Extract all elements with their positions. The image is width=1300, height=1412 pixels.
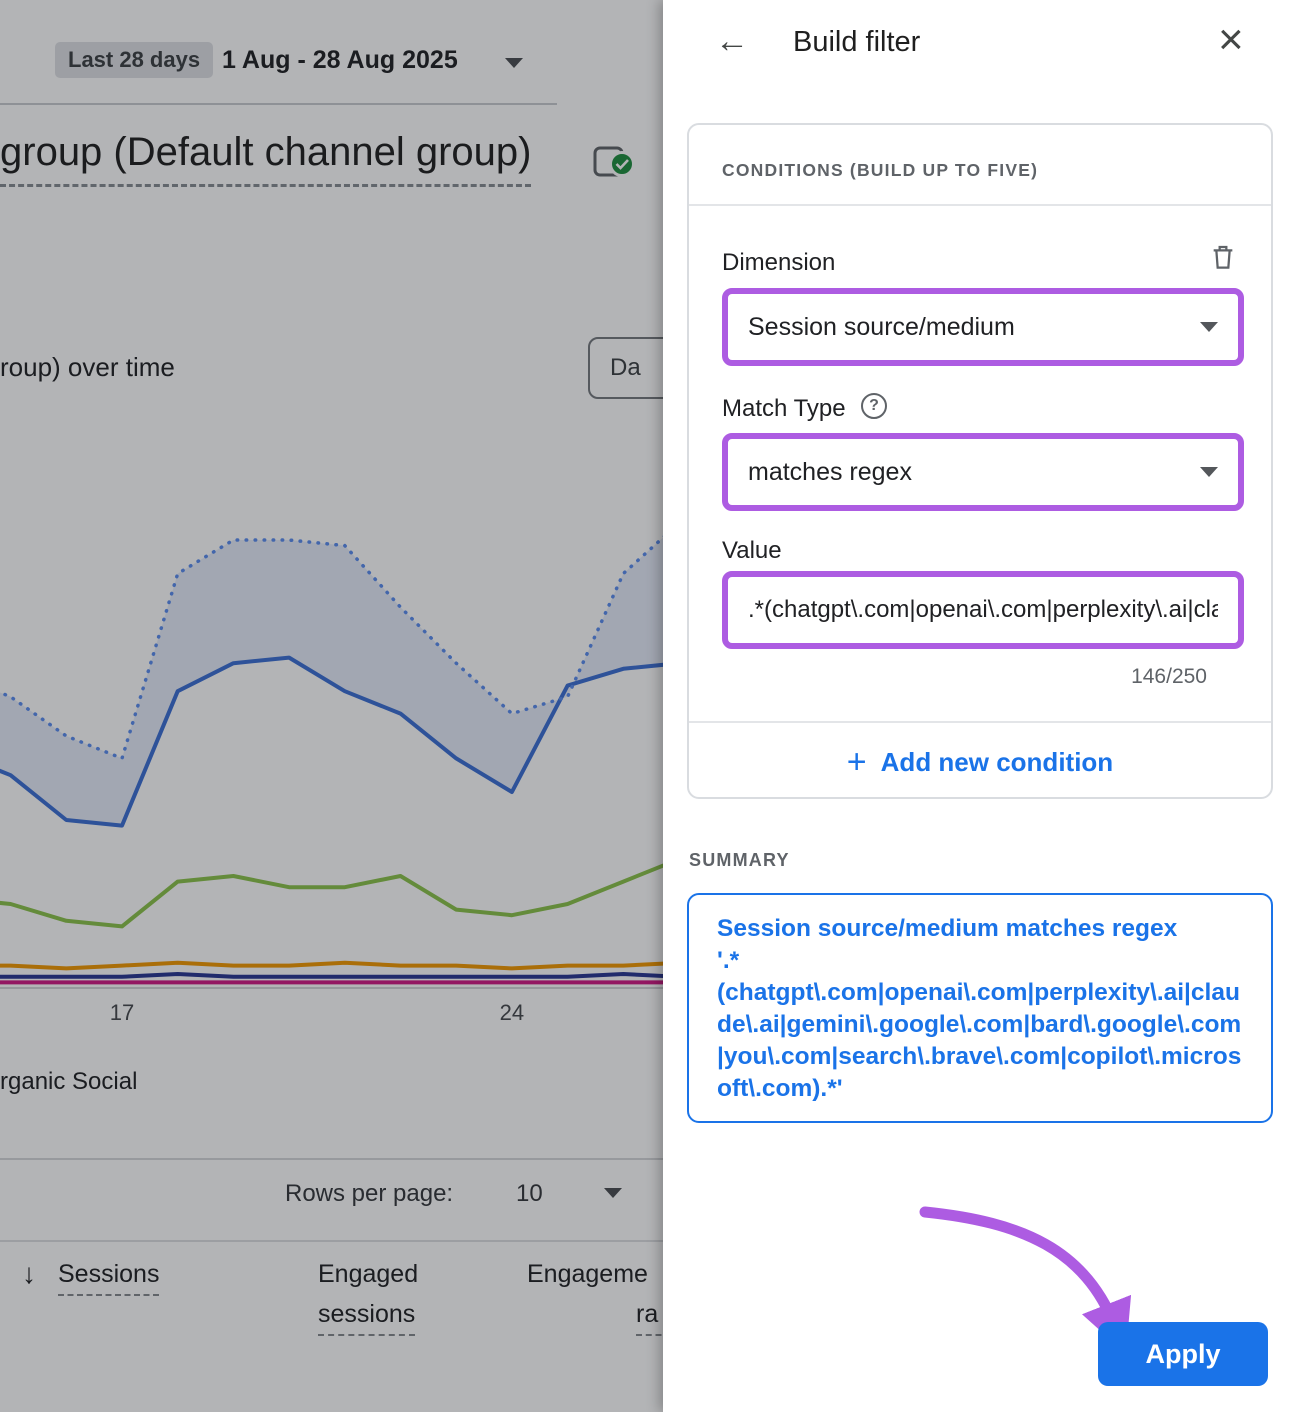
conditions-card: CONDITIONS (BUILD UP TO FIVE) Dimension … xyxy=(687,123,1273,799)
value-input[interactable] xyxy=(748,596,1218,624)
add-new-condition-label: Add new condition xyxy=(881,747,1114,778)
chart-title: roup) over time xyxy=(0,352,175,383)
header-divider xyxy=(0,103,557,105)
granularity-button[interactable]: Da xyxy=(588,337,663,399)
summary-header: SUMMARY xyxy=(689,850,790,871)
table-top-divider xyxy=(0,1158,663,1160)
column-header-engaged-sessions[interactable]: Engaged xyxy=(318,1260,418,1289)
dimension-label: Dimension xyxy=(722,249,835,277)
sort-descending-icon[interactable]: ↓ xyxy=(22,1258,36,1290)
table-header-divider xyxy=(0,1240,663,1242)
value-annotation-box xyxy=(722,571,1244,649)
match-type-label: Match Type xyxy=(722,395,846,423)
column-header-engagement-rate[interactable]: Engageme xyxy=(527,1260,648,1289)
summary-box: Session source/medium matches regex '.* … xyxy=(687,893,1273,1123)
dimension-annotation-box: Session source/medium xyxy=(722,288,1244,366)
match-type-annotation-box: matches regex xyxy=(722,433,1244,511)
svg-text:24: 24 xyxy=(500,1000,524,1025)
chevron-down-icon[interactable] xyxy=(1200,467,1218,477)
rows-per-page-select[interactable]: 10 xyxy=(516,1180,543,1208)
svg-text:17: 17 xyxy=(110,1000,134,1025)
legend-item-organic-social[interactable]: rganic Social xyxy=(0,1068,137,1096)
add-new-condition-button[interactable]: + Add new condition xyxy=(689,723,1271,801)
build-filter-panel: ← Build filter × CONDITIONS (BUILD UP TO… xyxy=(663,0,1300,1412)
column-header-engaged-sessions-line2[interactable]: sessions xyxy=(318,1300,415,1336)
conditions-header: CONDITIONS (BUILD UP TO FIVE) xyxy=(722,160,1038,181)
rows-per-page-label: Rows per page: xyxy=(285,1180,453,1208)
date-preset-chip: Last 28 days xyxy=(55,42,213,78)
chevron-down-icon[interactable] xyxy=(604,1188,622,1198)
column-header-sessions[interactable]: Sessions xyxy=(58,1260,159,1296)
chevron-down-icon[interactable] xyxy=(1200,322,1218,332)
column-header-engagement-rate-line2[interactable]: ra xyxy=(636,1300,663,1336)
match-type-dropdown[interactable]: matches regex xyxy=(748,458,912,487)
panel-title: Build filter xyxy=(793,26,920,59)
card-divider xyxy=(689,204,1271,206)
chevron-down-icon[interactable] xyxy=(505,58,523,68)
back-arrow-icon[interactable]: ← xyxy=(715,24,749,58)
date-range-selector[interactable]: 1 Aug - 28 Aug 2025 xyxy=(222,46,458,75)
sessions-chart: 1724 xyxy=(0,428,663,1028)
edit-chart-icon[interactable] xyxy=(590,140,638,193)
apply-button[interactable]: Apply xyxy=(1098,1322,1268,1386)
close-icon[interactable]: × xyxy=(1218,18,1244,62)
report-background: Last 28 days 1 Aug - 28 Aug 2025 group (… xyxy=(0,0,663,1412)
summary-text: Session source/medium matches regex '.* … xyxy=(717,913,1243,1105)
character-count: 146/250 xyxy=(1131,665,1207,689)
report-dimension-title[interactable]: group (Default channel group) xyxy=(0,130,531,187)
plus-icon: + xyxy=(847,743,867,782)
value-label: Value xyxy=(722,537,782,565)
help-icon[interactable]: ? xyxy=(861,393,887,419)
dimension-dropdown[interactable]: Session source/medium xyxy=(748,313,1015,342)
delete-icon[interactable] xyxy=(1207,241,1239,278)
